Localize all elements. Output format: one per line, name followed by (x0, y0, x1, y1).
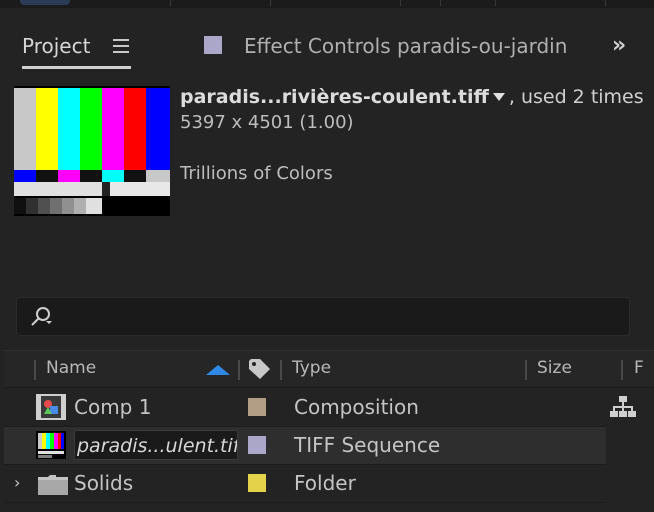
label-swatch[interactable] (248, 436, 266, 454)
composition-icon (36, 394, 66, 420)
folder-icon (38, 475, 68, 495)
item-name: Comp 1 (74, 395, 152, 419)
list-item[interactable]: paradis...ulent.tiff TIFF Sequence (4, 427, 606, 464)
column-name[interactable]: Name (46, 358, 96, 378)
item-type: Folder (294, 471, 356, 495)
item-type: TIFF Sequence (294, 433, 441, 457)
column-divider[interactable] (34, 360, 36, 380)
top-strip (0, 0, 654, 8)
label-tag-icon[interactable] (248, 358, 274, 380)
tab-effect-controls[interactable]: Effect Controls paradis-ou-jardins (244, 34, 566, 58)
column-type[interactable]: Type (292, 358, 331, 378)
toolbar-divider (400, 0, 401, 6)
footage-thumbnail (14, 86, 170, 216)
column-divider[interactable] (621, 360, 623, 380)
footage-info-name: paradis...rivières-coulent.tiff , used 2 … (180, 86, 644, 108)
item-name-edit-field[interactable]: paradis...ulent.tiff (74, 430, 238, 460)
label-swatch[interactable] (248, 474, 266, 492)
active-tab-indicator (22, 66, 131, 69)
label-swatch[interactable] (248, 398, 266, 416)
effect-controls-swatch (204, 36, 222, 54)
toolbar-divider (170, 0, 171, 6)
search-icon (31, 307, 52, 326)
footage-color-depth: Trillions of Colors (180, 163, 333, 184)
search-input[interactable] (16, 297, 630, 336)
usage-dropdown-icon[interactable] (492, 92, 505, 101)
footage-filename: paradis...rivières-coulent.tiff (180, 86, 489, 108)
expand-arrow-icon[interactable]: › (14, 473, 20, 492)
toolbar-divider (495, 0, 496, 6)
toolbar-pill (20, 0, 70, 5)
image-sequence-icon (36, 431, 66, 459)
row-divider (4, 502, 606, 503)
column-divider[interactable] (238, 360, 240, 380)
list-item[interactable]: Comp 1 Composition (4, 389, 606, 426)
sort-ascending-icon[interactable] (206, 365, 230, 375)
column-divider[interactable] (525, 360, 527, 380)
item-type: Composition (294, 395, 419, 419)
column-extra[interactable]: F (634, 358, 654, 378)
footage-dimensions: 5397 x 4501 (1.00) (180, 112, 354, 133)
tab-project[interactable]: Project (22, 34, 90, 58)
toolbar-divider (605, 0, 606, 6)
toolbar-divider (270, 0, 271, 6)
toolbar-divider (440, 0, 441, 6)
item-name: Solids (74, 471, 134, 495)
double-chevron-right-icon[interactable]: ›› (612, 33, 626, 58)
footage-usage: , used 2 times (508, 86, 644, 108)
hamburger-menu-icon[interactable] (113, 39, 129, 53)
list-item[interactable]: › Solids Folder (4, 465, 606, 502)
flowchart-icon[interactable] (610, 396, 636, 418)
column-divider[interactable] (280, 360, 282, 380)
column-size[interactable]: Size (537, 358, 572, 378)
